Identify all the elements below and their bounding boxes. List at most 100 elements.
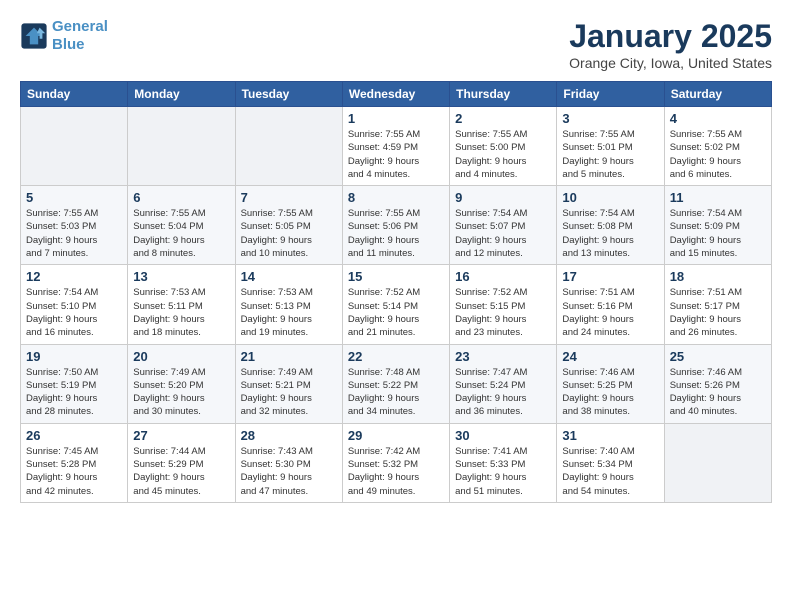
day-info: Sunrise: 7:55 AM Sunset: 5:04 PM Dayligh…	[133, 207, 229, 260]
day-number: 5	[26, 190, 122, 205]
day-number: 31	[562, 428, 658, 443]
day-info: Sunrise: 7:54 AM Sunset: 5:09 PM Dayligh…	[670, 207, 766, 260]
day-number: 7	[241, 190, 337, 205]
day-info: Sunrise: 7:55 AM Sunset: 5:00 PM Dayligh…	[455, 128, 551, 181]
calendar-cell	[128, 107, 235, 186]
calendar-cell: 27Sunrise: 7:44 AM Sunset: 5:29 PM Dayli…	[128, 423, 235, 502]
day-info: Sunrise: 7:46 AM Sunset: 5:25 PM Dayligh…	[562, 366, 658, 419]
day-info: Sunrise: 7:41 AM Sunset: 5:33 PM Dayligh…	[455, 445, 551, 498]
day-number: 4	[670, 111, 766, 126]
calendar-cell: 16Sunrise: 7:52 AM Sunset: 5:15 PM Dayli…	[450, 265, 557, 344]
day-number: 20	[133, 349, 229, 364]
day-number: 14	[241, 269, 337, 284]
calendar-cell: 5Sunrise: 7:55 AM Sunset: 5:03 PM Daylig…	[21, 186, 128, 265]
day-info: Sunrise: 7:43 AM Sunset: 5:30 PM Dayligh…	[241, 445, 337, 498]
calendar-cell: 31 Sunrise: 7:40 AM Sunset: 5:34 PM Dayli…	[557, 423, 664, 502]
calendar-cell: 19 Sunrise: 7:50 AM Sunset: 5:19 PM Dayli…	[21, 344, 128, 423]
weekday-header-tuesday: Tuesday	[235, 82, 342, 107]
calendar-header: SundayMondayTuesdayWednesdayThursdayFrid…	[21, 82, 772, 107]
day-number: 3	[562, 111, 658, 126]
weekday-header-monday: Monday	[128, 82, 235, 107]
day-info: Sunrise: 7:55 AM Sunset: 5:01 PM Dayligh…	[562, 128, 658, 181]
day-number: 27	[133, 428, 229, 443]
day-number: 6	[133, 190, 229, 205]
logo-blue: Blue	[52, 36, 85, 53]
day-info: Sunrise: 7:47 AM Sunset: 5:24 PM Dayligh…	[455, 366, 551, 419]
calendar-cell: 26 Sunrise: 7:45 AM Sunset: 5:28 PM Dayli…	[21, 423, 128, 502]
day-number: 21	[241, 349, 337, 364]
day-number: 19	[26, 349, 122, 364]
day-info: Sunrise: 7:40 AM Sunset: 5:34 PM Dayligh…	[562, 445, 658, 498]
day-number: 23	[455, 349, 551, 364]
calendar-cell: 20 Sunrise: 7:49 AM Sunset: 5:20 PM Dayli…	[128, 344, 235, 423]
day-number: 15	[348, 269, 444, 284]
calendar-cell: 3 Sunrise: 7:55 AM Sunset: 5:01 PM Daylig…	[557, 107, 664, 186]
day-info: Sunrise: 7:52 AM Sunset: 5:14 PM Dayligh…	[348, 286, 444, 339]
day-info: Sunrise: 7:54 AM Sunset: 5:08 PM Dayligh…	[562, 207, 658, 260]
day-number: 17	[562, 269, 658, 284]
day-number: 24	[562, 349, 658, 364]
day-info: Sunrise: 7:55 AM Sunset: 5:02 PM Dayligh…	[670, 128, 766, 181]
calendar-week-5: 26 Sunrise: 7:45 AM Sunset: 5:28 PM Dayli…	[21, 423, 772, 502]
calendar-cell: 7 Sunrise: 7:55 AM Sunset: 5:05 PM Daylig…	[235, 186, 342, 265]
weekday-header-saturday: Saturday	[664, 82, 771, 107]
calendar-cell: 14 Sunrise: 7:53 AM Sunset: 5:13 PM Dayli…	[235, 265, 342, 344]
day-number: 13	[133, 269, 229, 284]
day-number: 22	[348, 349, 444, 364]
day-info: Sunrise: 7:51 AM Sunset: 5:17 PM Dayligh…	[670, 286, 766, 339]
logo-icon	[20, 22, 48, 50]
calendar-table: SundayMondayTuesdayWednesdayThursdayFrid…	[20, 81, 772, 503]
calendar-cell: 30 Sunrise: 7:41 AM Sunset: 5:33 PM Dayli…	[450, 423, 557, 502]
day-info: Sunrise: 7:48 AM Sunset: 5:22 PM Dayligh…	[348, 366, 444, 419]
calendar-week-4: 19 Sunrise: 7:50 AM Sunset: 5:19 PM Dayli…	[21, 344, 772, 423]
day-info: Sunrise: 7:45 AM Sunset: 5:28 PM Dayligh…	[26, 445, 122, 498]
weekday-header-friday: Friday	[557, 82, 664, 107]
calendar-cell	[21, 107, 128, 186]
day-number: 16	[455, 269, 551, 284]
calendar-cell: 28 Sunrise: 7:43 AM Sunset: 5:30 PM Dayli…	[235, 423, 342, 502]
day-info: Sunrise: 7:54 AM Sunset: 5:07 PM Dayligh…	[455, 207, 551, 260]
calendar-cell: 8 Sunrise: 7:55 AM Sunset: 5:06 PM Daylig…	[342, 186, 449, 265]
day-number: 18	[670, 269, 766, 284]
weekday-header-row: SundayMondayTuesdayWednesdayThursdayFrid…	[21, 82, 772, 107]
day-number: 2	[455, 111, 551, 126]
calendar-cell: 15 Sunrise: 7:52 AM Sunset: 5:14 PM Dayli…	[342, 265, 449, 344]
day-info: Sunrise: 7:55 AM Sunset: 5:06 PM Dayligh…	[348, 207, 444, 260]
day-info: Sunrise: 7:49 AM Sunset: 5:21 PM Dayligh…	[241, 366, 337, 419]
logo: General Blue	[20, 18, 108, 54]
day-number: 26	[26, 428, 122, 443]
day-info: Sunrise: 7:55 AM Sunset: 4:59 PM Dayligh…	[348, 128, 444, 181]
day-number: 10	[562, 190, 658, 205]
day-number: 8	[348, 190, 444, 205]
day-info: Sunrise: 7:46 AM Sunset: 5:26 PM Dayligh…	[670, 366, 766, 419]
calendar-cell: 24 Sunrise: 7:46 AM Sunset: 5:25 PM Dayli…	[557, 344, 664, 423]
day-info: Sunrise: 7:51 AM Sunset: 5:16 PM Dayligh…	[562, 286, 658, 339]
day-info: Sunrise: 7:53 AM Sunset: 5:11 PM Dayligh…	[133, 286, 229, 339]
calendar-cell: 4 Sunrise: 7:55 AM Sunset: 5:02 PM Daylig…	[664, 107, 771, 186]
calendar-week-2: 5Sunrise: 7:55 AM Sunset: 5:03 PM Daylig…	[21, 186, 772, 265]
day-info: Sunrise: 7:42 AM Sunset: 5:32 PM Dayligh…	[348, 445, 444, 498]
logo-general: General	[52, 18, 108, 35]
calendar-cell	[664, 423, 771, 502]
day-number: 30	[455, 428, 551, 443]
calendar-cell	[235, 107, 342, 186]
calendar-cell: 10 Sunrise: 7:54 AM Sunset: 5:08 PM Dayli…	[557, 186, 664, 265]
day-number: 25	[670, 349, 766, 364]
header: General Blue January 2025 Orange City, I…	[20, 18, 772, 71]
day-info: Sunrise: 7:54 AM Sunset: 5:10 PM Dayligh…	[26, 286, 122, 339]
day-info: Sunrise: 7:53 AM Sunset: 5:13 PM Dayligh…	[241, 286, 337, 339]
title-block: January 2025 Orange City, Iowa, United S…	[569, 18, 772, 71]
page: General Blue January 2025 Orange City, I…	[0, 0, 792, 513]
day-info: Sunrise: 7:49 AM Sunset: 5:20 PM Dayligh…	[133, 366, 229, 419]
calendar-cell: 11 Sunrise: 7:54 AM Sunset: 5:09 PM Dayli…	[664, 186, 771, 265]
calendar-cell: 25 Sunrise: 7:46 AM Sunset: 5:26 PM Dayli…	[664, 344, 771, 423]
day-info: Sunrise: 7:50 AM Sunset: 5:19 PM Dayligh…	[26, 366, 122, 419]
day-number: 9	[455, 190, 551, 205]
day-number: 28	[241, 428, 337, 443]
day-info: Sunrise: 7:55 AM Sunset: 5:05 PM Dayligh…	[241, 207, 337, 260]
day-number: 29	[348, 428, 444, 443]
calendar-cell: 29 Sunrise: 7:42 AM Sunset: 5:32 PM Dayli…	[342, 423, 449, 502]
day-number: 1	[348, 111, 444, 126]
day-number: 11	[670, 190, 766, 205]
calendar-cell: 9 Sunrise: 7:54 AM Sunset: 5:07 PM Daylig…	[450, 186, 557, 265]
